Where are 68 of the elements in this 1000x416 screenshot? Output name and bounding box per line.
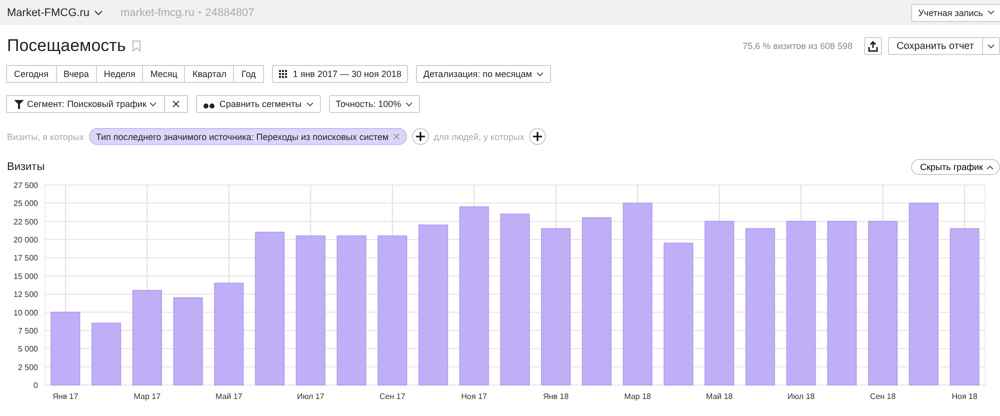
save-report-button[interactable]: Сохранить отчет (888, 37, 983, 55)
y-tick-label: 5 000 (18, 344, 38, 354)
x-tick-label: Ноя 18 (952, 392, 978, 401)
caret-icon (306, 102, 314, 106)
x-tick-label: Июл 18 (787, 392, 815, 401)
y-tick-label: 27 500 (14, 181, 38, 190)
caret-icon (986, 164, 994, 170)
caret-icon (987, 10, 995, 15)
add-button[interactable] (529, 128, 546, 145)
x-tick-label: Сен 17 (380, 392, 406, 401)
x-tick-label: Янв 18 (543, 392, 569, 401)
y-tick-label: 15 000 (14, 272, 38, 281)
close-icon[interactable] (392, 133, 400, 140)
plus-icon (533, 132, 542, 141)
counter-id: 24884807 (205, 6, 254, 18)
upload-icon (868, 40, 878, 52)
caret-icon (987, 44, 995, 48)
page-title: Посещаемость (7, 36, 126, 56)
y-tick-label: 17 500 (14, 254, 38, 263)
y-tick-label: 0 (34, 381, 38, 390)
x-tick-label: Ноя 17 (461, 392, 487, 401)
caret-icon (94, 10, 102, 16)
export-button[interactable] (864, 37, 882, 55)
segment-dropdown[interactable]: Сегмент: Поисковый трафик (6, 95, 166, 113)
filter-label: Визиты, в которых (7, 132, 84, 142)
close-icon (172, 100, 180, 108)
caret-icon (536, 72, 544, 76)
chart-title: Визиты (7, 161, 45, 173)
y-tick-label: 12 500 (14, 290, 38, 300)
detail-dropdown[interactable]: Детализация: по месяцам (416, 65, 551, 83)
x-tick-label: Май 18 (706, 392, 733, 401)
period-tab[interactable]: Вчера (56, 65, 97, 83)
x-tick-label: Июл 17 (296, 392, 324, 401)
period-tab[interactable]: Квартал (184, 65, 234, 83)
y-tick-label: 25 000 (14, 199, 38, 208)
calendar-icon (278, 70, 289, 78)
site-selector[interactable]: Market-FMCG.ru (7, 6, 102, 18)
period-tab[interactable]: Неделя (96, 65, 144, 83)
y-tick-label: 10 000 (14, 308, 38, 318)
x-tick-label: Сен 18 (870, 392, 896, 401)
visits-summary: 75,6 % визитов из 608 598 (742, 41, 853, 51)
hide-chart-button[interactable]: Скрыть график (911, 159, 1000, 175)
filter-tag[interactable]: Тип последнего значимого источника: Переходы из поисковых систем (88, 128, 407, 145)
close-button[interactable] (164, 95, 188, 113)
plus-icon (416, 132, 425, 141)
caret-icon (405, 102, 414, 106)
y-tick-label: 22 500 (14, 217, 38, 226)
caret-icon (149, 102, 158, 106)
x-tick-label: Мар 18 (624, 392, 651, 401)
filter-label: для людей, у которых (434, 132, 524, 142)
x-tick-label: Мар 17 (134, 392, 161, 401)
y-tick-label: 2 500 (18, 362, 38, 372)
x-tick-label: Янв 17 (52, 392, 78, 401)
account-button[interactable]: Учетная запись (911, 4, 1000, 22)
filter-icon (14, 100, 24, 108)
date-range-button[interactable]: 1 янв 2017 — 30 ноя 2018 (272, 65, 408, 83)
x-tick-label: Май 17 (216, 392, 242, 401)
accuracy-dropdown[interactable]: Точность: 100% (328, 95, 420, 113)
compare-segments-dropdown[interactable]: Сравнить сегменты (196, 95, 321, 113)
separator: • (198, 8, 202, 17)
bar (92, 322, 122, 386)
y-tick-label: 7 500 (18, 326, 38, 336)
period-tab[interactable]: Месяц (142, 65, 186, 83)
period-tab[interactable]: Год (233, 65, 264, 83)
period-tab[interactable]: Сегодня (6, 65, 56, 83)
site-url: market-fmcg.ru (120, 6, 194, 18)
add-button[interactable] (412, 128, 429, 145)
y-tick-label: 20 000 (14, 236, 38, 245)
